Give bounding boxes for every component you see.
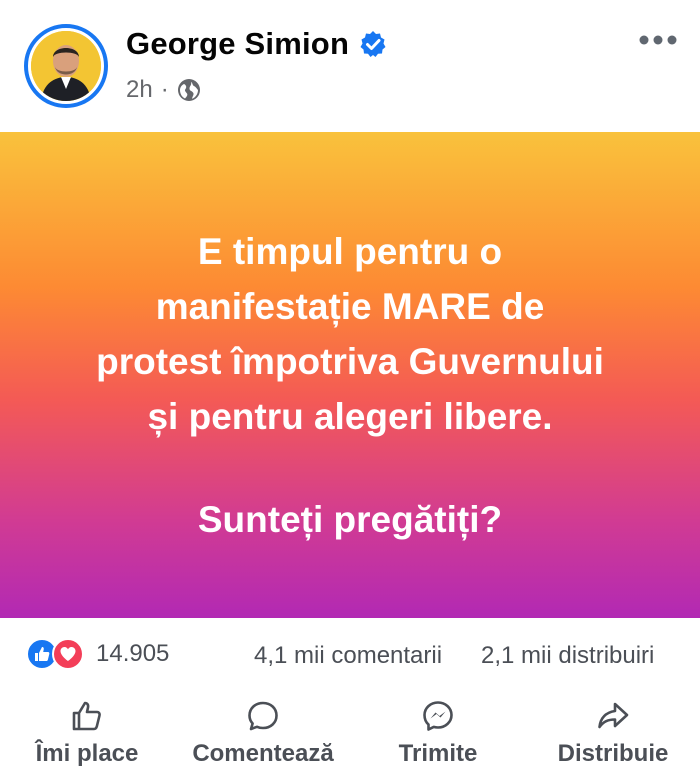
share-arrow-icon — [598, 702, 629, 729]
post-line: și pentru alegeri libere. — [147, 396, 553, 437]
thumbs-up-icon — [72, 701, 101, 731]
comment-label: Comentează — [192, 740, 334, 767]
action-bar: Îmi place Comentează Trimite Distribuie — [0, 690, 700, 770]
meta-separator: · — [160, 76, 169, 103]
post-header: George Simion 2h · — [0, 0, 700, 132]
author-name[interactable]: George Simion — [126, 26, 349, 62]
messenger-icon — [423, 701, 453, 731]
post-background: E timpul pentru o manifestație MARE de p… — [0, 132, 700, 618]
send-button[interactable]: Trimite — [392, 698, 484, 768]
comment-bubble-icon — [248, 701, 278, 731]
like-button[interactable]: Îmi place — [32, 698, 142, 768]
reactions-summary[interactable]: 14.905 — [26, 638, 169, 670]
post-line: E timpul pentru o — [197, 231, 503, 272]
comment-button[interactable]: Comentează — [186, 698, 340, 768]
send-label: Trimite — [398, 740, 478, 767]
love-reaction-icon — [52, 638, 84, 670]
reaction-count: 14.905 — [96, 640, 170, 667]
avatar-photo — [31, 31, 101, 101]
verified-badge-icon — [360, 31, 386, 57]
avatar[interactable] — [24, 24, 108, 108]
post-stats: 14.905 4,1 mii comentarii 2,1 mii distri… — [0, 618, 700, 690]
post-line: protest împotriva Guvernului — [96, 341, 604, 382]
post-line: manifestație MARE de — [155, 286, 545, 327]
like-label: Îmi place — [35, 740, 139, 767]
shares-count[interactable]: 2,1 mii distribuiri — [481, 642, 654, 670]
more-options-icon[interactable] — [638, 30, 678, 50]
share-label: Distribuie — [557, 740, 669, 767]
globe-icon — [177, 79, 200, 101]
post-time[interactable]: 2h — [126, 76, 153, 104]
post-text: E timpul pentru o manifestație MARE de p… — [40, 224, 660, 547]
share-button[interactable]: Distribuie — [552, 698, 674, 768]
comments-count[interactable]: 4,1 mii comentarii — [254, 642, 442, 670]
post-question: Sunteți pregătiți? — [197, 499, 503, 540]
